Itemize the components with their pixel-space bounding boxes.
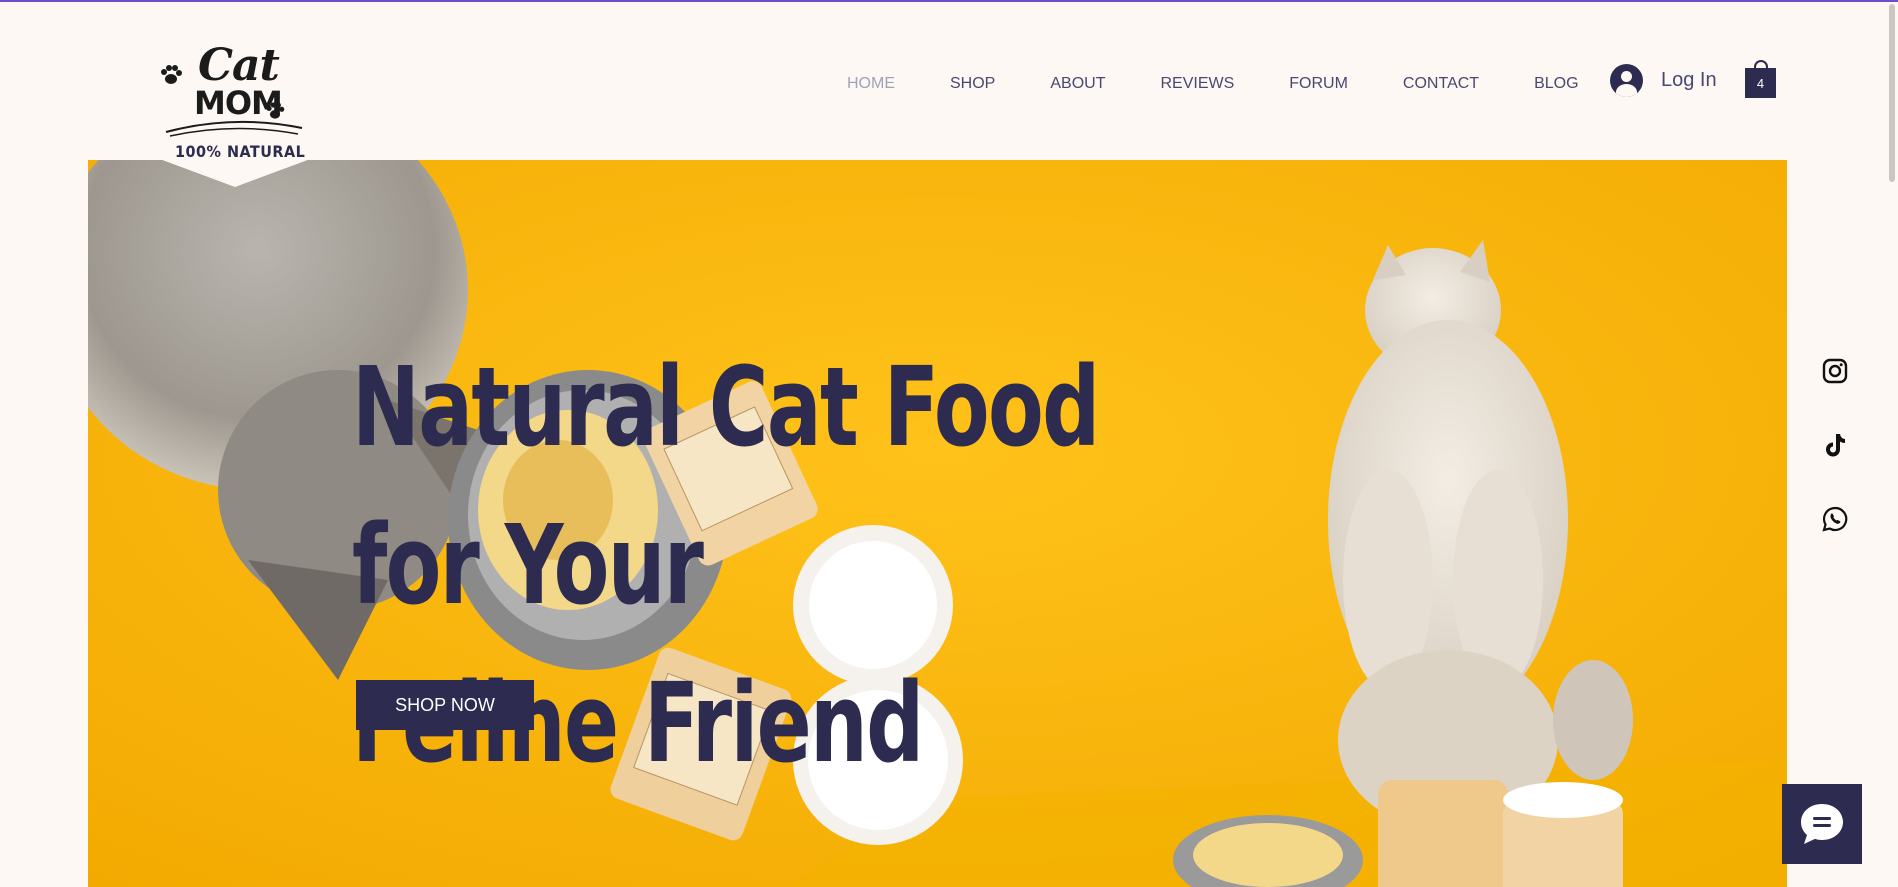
login-button[interactable]: Log In bbox=[1610, 64, 1717, 97]
cart-button[interactable]: 4 bbox=[1745, 60, 1776, 98]
whatsapp-icon[interactable] bbox=[1822, 506, 1848, 532]
nav-item-blog[interactable]: BLOG bbox=[1534, 75, 1578, 93]
shop-now-button[interactable]: SHOP NOW bbox=[356, 680, 534, 730]
user-avatar-icon bbox=[1610, 64, 1643, 97]
nav-item-shop[interactable]: SHOP bbox=[950, 75, 995, 93]
hero-title-line1: Natural Cat Food for Your bbox=[352, 343, 1100, 629]
nav-item-reviews[interactable]: REVIEWS bbox=[1160, 75, 1234, 93]
page: Natural Cat Food for Your Feline Friend … bbox=[0, 0, 1898, 887]
paw-icon-left bbox=[161, 65, 182, 84]
chat-bubble-icon bbox=[1801, 804, 1843, 844]
cart-count-badge: 4 bbox=[1745, 68, 1776, 98]
main-nav: HOME SHOP ABOUT REVIEWS FORUM CONTACT BL… bbox=[847, 75, 1579, 93]
hero-banner: Natural Cat Food for Your Feline Friend … bbox=[88, 160, 1787, 887]
logo-tagline: 100% NATURAL bbox=[175, 142, 306, 161]
instagram-icon[interactable] bbox=[1822, 358, 1848, 384]
social-bar bbox=[1822, 358, 1848, 580]
login-label: Log In bbox=[1661, 69, 1717, 91]
nav-item-home[interactable]: HOME bbox=[847, 75, 895, 93]
nav-item-about[interactable]: ABOUT bbox=[1050, 75, 1105, 93]
nav-item-contact[interactable]: CONTACT bbox=[1403, 75, 1479, 93]
paw-icon-right bbox=[266, 102, 285, 119]
scrollbar-thumb[interactable] bbox=[1889, 4, 1895, 182]
tiktok-icon[interactable] bbox=[1822, 432, 1848, 458]
page-scrollbar[interactable] bbox=[1886, 2, 1898, 887]
logo[interactable]: Cat MOM 100% NATURAL bbox=[160, 32, 310, 202]
chat-button[interactable] bbox=[1782, 784, 1862, 864]
hero-title: Natural Cat Food for Your Feline Friend bbox=[352, 328, 1172, 802]
nav-item-forum[interactable]: FORUM bbox=[1289, 75, 1348, 93]
